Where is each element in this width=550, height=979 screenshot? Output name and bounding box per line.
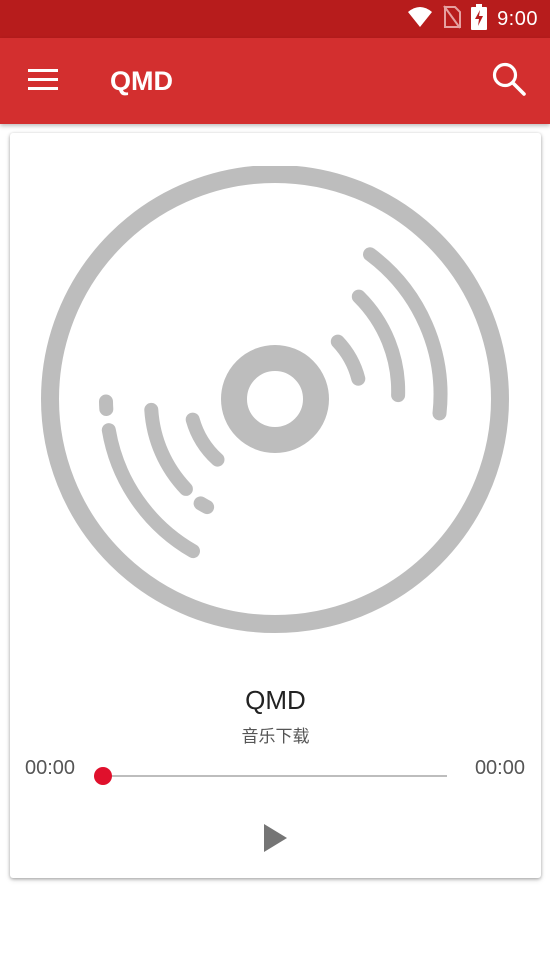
- battery-charging-icon: [471, 3, 488, 35]
- play-icon: [261, 822, 289, 859]
- search-icon: [492, 62, 526, 101]
- app-title: QMD: [110, 66, 173, 96]
- play-button[interactable]: [250, 815, 300, 865]
- menu-icon: [28, 68, 58, 95]
- total-time: 00:00: [474, 757, 525, 779]
- elapsed-time: 00:00: [25, 757, 76, 779]
- track-subtitle: 音乐下载: [241, 727, 310, 747]
- track-title: QMD: [245, 685, 306, 715]
- wifi-icon: [407, 6, 433, 33]
- seek-thumb[interactable]: [94, 767, 112, 785]
- disc-icon: [40, 165, 510, 641]
- status-time: 9:00: [497, 7, 538, 30]
- no-sim-icon: [443, 4, 462, 34]
- player-card: QMD 音乐下载 00:00 00:00: [10, 133, 541, 878]
- menu-button[interactable]: [22, 60, 64, 102]
- status-icons: 9:00: [407, 0, 538, 38]
- app-bar: QMD: [0, 38, 550, 124]
- status-bar: 9:00: [0, 0, 550, 38]
- seek-bar[interactable]: [94, 767, 447, 787]
- search-button[interactable]: [488, 60, 530, 102]
- seek-track: [94, 775, 447, 777]
